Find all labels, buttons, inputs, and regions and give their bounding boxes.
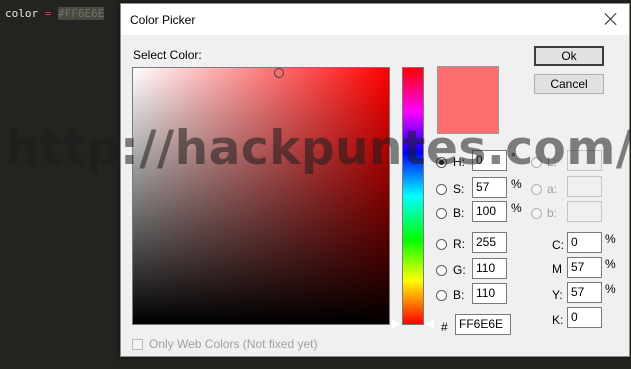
hex-label: # bbox=[441, 320, 448, 334]
radio-lab-a[interactable] bbox=[531, 184, 542, 195]
close-icon[interactable] bbox=[603, 11, 619, 27]
lab-a-label: a: bbox=[547, 182, 558, 196]
saturation-brightness-square[interactable] bbox=[132, 67, 390, 325]
yellow-unit: % bbox=[605, 282, 616, 296]
radio-lab-l[interactable] bbox=[531, 157, 542, 168]
red-label: R: bbox=[453, 237, 465, 251]
code-line: color = #FF6E6E bbox=[5, 7, 105, 20]
saturation-label: S: bbox=[453, 182, 465, 196]
web-colors-checkbox[interactable] bbox=[132, 339, 143, 350]
hue-input[interactable]: 0 bbox=[472, 150, 507, 171]
green-label: G: bbox=[453, 263, 466, 277]
brightness-input[interactable]: 100 bbox=[472, 201, 507, 222]
hue-label: H: bbox=[453, 155, 465, 169]
brightness-label: B: bbox=[453, 206, 465, 220]
color-selection-cursor[interactable] bbox=[274, 68, 284, 78]
code-variable: color bbox=[5, 7, 39, 20]
saturation-unit: % bbox=[511, 177, 522, 191]
saturation-input[interactable]: 57 bbox=[472, 177, 507, 198]
red-input[interactable]: 255 bbox=[472, 232, 507, 253]
magenta-unit: % bbox=[605, 257, 616, 271]
radio-lab-b[interactable] bbox=[531, 208, 542, 219]
select-color-label: Select Color: bbox=[133, 48, 202, 62]
lab-b-label: b: bbox=[547, 206, 558, 220]
yellow-label: Y: bbox=[552, 288, 563, 302]
black-input[interactable]: 0 bbox=[567, 307, 602, 328]
color-preview-swatch bbox=[437, 66, 499, 134]
lab-a-input[interactable] bbox=[567, 176, 602, 197]
cyan-label: C: bbox=[552, 238, 564, 252]
magenta-label: M bbox=[552, 262, 562, 276]
radio-blue[interactable] bbox=[436, 290, 447, 301]
radio-brightness[interactable] bbox=[436, 208, 447, 219]
hue-slider[interactable] bbox=[402, 67, 424, 325]
lab-l-label: L: bbox=[547, 155, 558, 169]
blue-input[interactable]: 110 bbox=[472, 283, 507, 304]
black-label: K: bbox=[552, 313, 564, 327]
radio-red[interactable] bbox=[436, 239, 447, 250]
color-picker-dialog: Color Picker Select Color: Ok Cancel H: … bbox=[120, 3, 630, 357]
yellow-input[interactable]: 57 bbox=[567, 282, 602, 303]
hue-unit: ° bbox=[511, 150, 516, 164]
ok-button[interactable]: Ok bbox=[534, 46, 604, 66]
hue-slider-arrow-right[interactable] bbox=[426, 319, 434, 329]
radio-saturation[interactable] bbox=[436, 184, 447, 195]
code-operator: = bbox=[44, 7, 52, 20]
title-bar: Color Picker bbox=[121, 4, 629, 35]
radio-green[interactable] bbox=[436, 265, 447, 276]
lab-b-input[interactable] bbox=[567, 201, 602, 222]
web-colors-label: Only Web Colors (Not fixed yet) bbox=[149, 337, 318, 351]
hex-input[interactable]: FF6E6E bbox=[455, 314, 511, 335]
dialog-title: Color Picker bbox=[130, 13, 196, 27]
blue-label: B: bbox=[453, 288, 465, 302]
green-input[interactable]: 110 bbox=[472, 258, 507, 279]
cyan-input[interactable]: 0 bbox=[567, 232, 602, 253]
lab-l-input[interactable] bbox=[567, 150, 602, 171]
radio-hue[interactable] bbox=[436, 157, 447, 168]
hue-slider-arrow-left[interactable] bbox=[392, 319, 400, 329]
code-color-value[interactable]: #FF6E6E bbox=[58, 7, 105, 20]
cancel-button[interactable]: Cancel bbox=[534, 74, 604, 94]
cyan-unit: % bbox=[605, 232, 616, 246]
brightness-unit: % bbox=[511, 201, 522, 215]
magenta-input[interactable]: 57 bbox=[567, 257, 602, 278]
